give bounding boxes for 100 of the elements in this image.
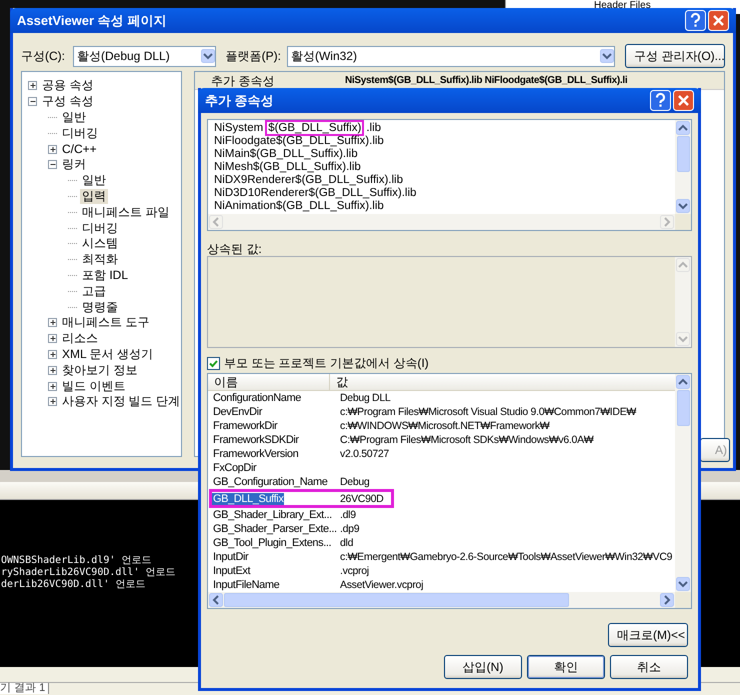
arrow-up-icon	[676, 375, 690, 389]
output-line: ryShaderLib26VC90D.dll' 언로드	[1, 567, 176, 579]
dropdown-value: 활성(Win32)	[290, 48, 358, 65]
tree-item[interactable]: 최적화	[80, 252, 120, 268]
tree-item[interactable]: 공용 속성	[40, 78, 96, 94]
macro-value: c:₩Program Files₩Microsoft Visual Studio 9.0₩Common7₩IDE₩	[340, 405, 636, 419]
macro-value: .dp9	[340, 522, 360, 536]
tree-item[interactable]: 일반	[60, 110, 88, 125]
arrow-down-icon	[200, 49, 215, 63]
macro-name[interactable]: ConfigurationName	[212, 392, 302, 404]
scroll-thumb[interactable]	[676, 136, 690, 172]
output-tab[interactable]: 기 결과 1	[0, 683, 50, 694]
macro-name[interactable]: GB_Shader_Library_Ext...	[212, 509, 333, 521]
tree-item[interactable]: 구성 속성	[40, 94, 96, 110]
tree-item[interactable]: 입력	[80, 188, 108, 204]
dependencies-field[interactable]	[207, 119, 692, 231]
tree-item[interactable]: 디버깅	[80, 220, 120, 236]
help-button[interactable]	[685, 10, 706, 31]
macros-button[interactable]: 매크로(M)<<	[608, 623, 688, 647]
tree-item[interactable]: 포함 IDL	[80, 268, 130, 283]
scrollbar-corner	[675, 592, 691, 608]
macro-value: c:₩Emergent₩Gamebryo-2.6-Source₩Tools₩AssetViewer₩Win32₩VC9	[340, 550, 672, 564]
dropdown-value: 활성(Debug DLL)	[77, 48, 171, 65]
macro-name[interactable]: DevEnvDir	[212, 406, 263, 418]
tree-item[interactable]: 디버깅	[60, 126, 100, 141]
output-line: OWNSBShaderLib.dl9' 언로드	[1, 555, 152, 567]
horizontal-scrollbar[interactable]	[208, 592, 675, 608]
macro-value: .dl9	[340, 508, 356, 522]
close-button[interactable]	[708, 10, 729, 31]
text-line: NiAnimation$(GB_DLL_Suffix).lib	[213, 200, 385, 213]
tree-item[interactable]: 고급	[80, 284, 108, 299]
scroll-thumb[interactable]	[676, 390, 690, 426]
macro-name[interactable]: FxCopDir	[212, 462, 258, 474]
tree-item[interactable]: 시스템	[80, 236, 120, 252]
tree-item[interactable]: 매니페스트 도구	[60, 315, 152, 330]
arrow-down-icon	[600, 49, 614, 63]
text-line: NiMain$(GB_DLL_Suffix).lib	[213, 148, 359, 161]
macro-value: c:₩WINDOWS₩Microsoft.NET₩Framework₩	[340, 419, 550, 433]
macro-name[interactable]: FrameworkVersion	[212, 448, 300, 460]
arrow-left-icon	[209, 593, 223, 607]
config-label: 구성(C):	[21, 48, 65, 65]
macro-value: dld	[340, 536, 354, 550]
tree-item[interactable]: 리소스	[60, 331, 100, 346]
tree-item[interactable]: XML 문서 생성기	[60, 346, 155, 362]
macro-value: AssetViewer.vcproj	[340, 578, 424, 592]
dropdown[interactable]: 활성(Debug DLL)	[73, 46, 216, 66]
macro-name[interactable]: GB_DLL_Suffix	[212, 492, 284, 504]
dropdown[interactable]: 활성(Win32)	[286, 46, 615, 66]
macro-name[interactable]: InputDir	[212, 551, 250, 563]
macro-name[interactable]: GB_Tool_Plugin_Extens...	[212, 537, 332, 549]
vertical-scrollbar[interactable]	[675, 257, 691, 347]
macro-name[interactable]: FrameworkSDKDir	[212, 434, 300, 446]
ok-button[interactable]: 확인	[527, 655, 605, 679]
horizontal-scrollbar[interactable]	[208, 214, 675, 230]
macro-value: v2.0.50727	[340, 447, 389, 461]
help-button[interactable]	[650, 90, 671, 111]
vertical-scrollbar[interactable]	[675, 374, 691, 592]
tree-item[interactable]: 빌드 이벤트	[60, 378, 128, 394]
scrollbar-corner	[675, 214, 691, 230]
property-value: NiSystem$(GB_DLL_Suffix).lib NiFloodgate$(GB_DLL_Suffix).li	[345, 74, 628, 88]
tree-item[interactable]: 사용자 지정 빌드 단계	[60, 394, 182, 410]
column-header[interactable]: 이름	[208, 374, 330, 390]
scroll-thumb[interactable]	[224, 593, 569, 607]
arrow-down-icon	[676, 577, 690, 591]
inherit-checkbox[interactable]: 부모 또는 프로젝트 기본값에서 상속(I)	[207, 355, 429, 371]
macro-value: 26VC90D	[340, 492, 384, 506]
text-line: NiD3D10Renderer$(GB_DLL_Suffix).lib	[213, 187, 418, 200]
output-line: derLib26VC90D.dll' 언로드	[1, 579, 146, 591]
inherited-values-label: 상속된 값:	[207, 241, 263, 256]
dialog-title: 추가 종속성	[205, 92, 275, 110]
platform-label: 플랫폼(P):	[226, 48, 281, 65]
tree-item[interactable]: 링커	[60, 157, 88, 172]
vertical-scrollbar[interactable]	[675, 120, 691, 214]
arrow-right-icon	[660, 215, 674, 229]
macro-value: C:₩Program Files₩Microsoft SDKs₩Windows₩v6.0A₩	[340, 433, 594, 447]
close-button[interactable]	[673, 90, 694, 111]
arrow-left-icon	[209, 215, 223, 229]
window-title: AssetViewer 속성 페이지	[17, 12, 168, 30]
arrow-up-icon	[676, 121, 690, 135]
cancel-button[interactable]: 취소	[610, 655, 688, 679]
tree-item[interactable]: 찾아보기 정보	[60, 362, 140, 378]
macro-name[interactable]: GB_Shader_Parser_Exte...	[212, 523, 338, 535]
column-header[interactable]: 값	[330, 374, 675, 390]
arrow-right-icon	[660, 593, 674, 607]
text-line: NiSystem $(GB_DLL_Suffix) .lib	[213, 122, 382, 135]
macro-name[interactable]: GB_Configuration_Name	[212, 476, 329, 488]
macro-name[interactable]: InputFileName	[212, 579, 280, 591]
tree-item[interactable]: 명령줄	[80, 300, 120, 315]
text-line: NiMesh$(GB_DLL_Suffix).lib	[213, 161, 362, 174]
tree-item[interactable]: 매니페스트 파일	[80, 204, 172, 220]
text-line: NiFloodgate$(GB_DLL_Suffix).lib	[213, 135, 385, 148]
config-manager-button[interactable]: 구성 관리자(O)...	[625, 44, 725, 68]
tree-item[interactable]: C/C++	[60, 142, 99, 157]
macro-name[interactable]: InputExt	[212, 565, 252, 577]
text-line: NiDX9Renderer$(GB_DLL_Suffix).lib	[213, 174, 404, 187]
macro-value: Debug	[340, 475, 370, 489]
insert-button[interactable]: 삽입(N)	[444, 655, 522, 679]
macro-name[interactable]: FrameworkDir	[212, 420, 278, 432]
tree-item[interactable]: 일반	[80, 173, 108, 188]
tree-item: Header Files	[594, 0, 651, 12]
